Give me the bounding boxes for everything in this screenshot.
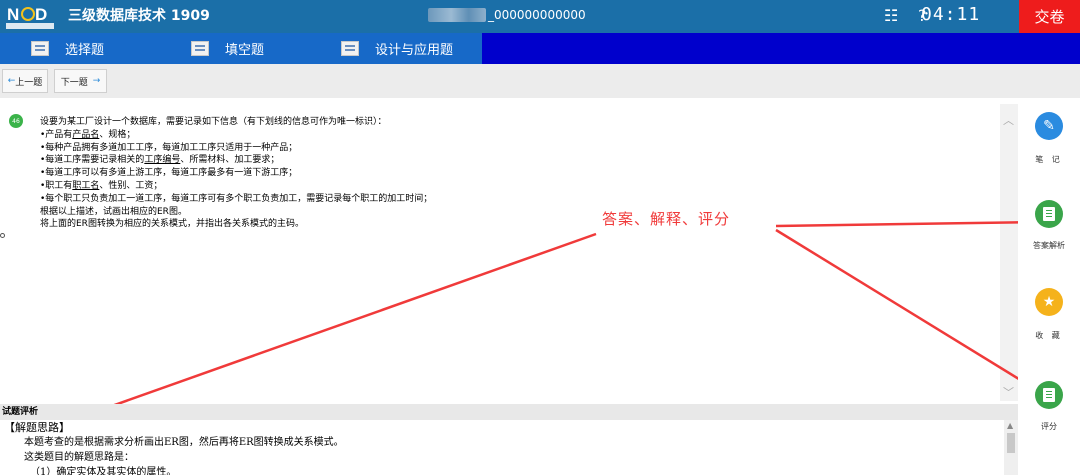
- svg-text:D: D: [35, 5, 47, 24]
- list-icon[interactable]: ☷: [884, 6, 898, 25]
- scroll-thumb[interactable]: [1007, 433, 1015, 453]
- tab-label: 填空题: [225, 43, 265, 58]
- chevron-down-icon[interactable]: ﹀: [1003, 384, 1014, 400]
- submit-exam-button[interactable]: 交卷: [1019, 0, 1080, 33]
- choice-icon: [31, 41, 49, 56]
- section-tab-bar: 选择题 填空题 设计与应用题: [0, 33, 1080, 64]
- score-doc-icon: [1035, 381, 1063, 409]
- fill-blank-icon: [191, 41, 209, 56]
- neea-logo-icon: N D: [4, 2, 58, 31]
- navigation-toolbar: ← 上一题 下一题 →: [0, 64, 1080, 98]
- tab-label: 选择题: [65, 43, 105, 58]
- question-line: •产品有产品名、规格；: [40, 129, 136, 140]
- star-icon: ★: [1035, 288, 1063, 316]
- svg-text:N: N: [7, 5, 19, 24]
- pencil-icon: ✎: [1035, 112, 1063, 140]
- tab-label: 设计与应用题: [375, 43, 454, 58]
- answer-analysis-button[interactable]: 答案解析: [1018, 200, 1080, 251]
- redacted-name: [428, 8, 486, 22]
- design-icon: [341, 41, 359, 56]
- arrow-right-icon: →: [92, 76, 101, 86]
- tab-design[interactable]: 设计与应用题: [341, 33, 453, 64]
- question-line: 将上面的ER图转换为相应的关系模式，并指出各关系模式的主码。: [40, 219, 304, 230]
- chevron-up-icon[interactable]: ︿: [1003, 112, 1014, 128]
- score-button[interactable]: 评分: [1018, 381, 1080, 432]
- countdown-timer: 04:11: [921, 4, 981, 25]
- candidate-id: _000000000000: [488, 8, 586, 22]
- question-line: •职工有职工名、性别、工资；: [40, 180, 163, 191]
- question-line: 设要为某工厂设计一个数据库，需要记录如下信息（有下划线的信息可作为唯一标识）：: [40, 117, 387, 127]
- title-bar: N D 三级数据库技术 1909 _000000000000 ☷ ? 04:11…: [0, 0, 1080, 33]
- arrow-left-icon: ←: [7, 76, 16, 86]
- question-badge-icon: 46: [9, 114, 23, 128]
- right-sidebar: ✎ 笔 记 答案解析 ★ 收 藏 评分: [1018, 98, 1080, 475]
- analysis-line: （1）确定实体及其实体的属性。: [30, 467, 177, 475]
- tab-fill-blank[interactable]: 填空题: [191, 33, 264, 64]
- question-line: 根据以上描述，试画出相应的ER图。: [40, 206, 187, 217]
- question-line: •每种产品拥有多道加工工序，每道加工工序只适用于一种产品；: [40, 142, 298, 153]
- prev-question-button[interactable]: ← 上一题: [2, 69, 48, 93]
- favorite-button[interactable]: ★ 收 藏: [1018, 288, 1080, 341]
- tab-choice[interactable]: 选择题: [31, 33, 104, 64]
- question-scrollbar[interactable]: ︿ ﹀: [1000, 104, 1018, 401]
- question-line: •每道工序需要记录相关的工序编号、所需材料、加工要求；: [40, 155, 280, 166]
- question-line: •每道工序可以有多道上游工序，每道工序最多有一道下游工序；: [40, 168, 298, 179]
- analysis-body: 【解题思路】 本题考查的是根据需求分析画出ER图，然后再将ER图转换成关系模式。…: [0, 420, 1018, 475]
- analysis-line: 【解题思路】: [4, 421, 70, 434]
- question-line: •每个职工只负责加工一道工序，每道工序可有多个职工负责加工，需要记录每个职工的加…: [40, 193, 433, 204]
- chevron-up-icon[interactable]: ▲: [1007, 421, 1013, 430]
- app-title: 三级数据库技术 1909: [68, 8, 210, 24]
- analysis-scrollbar[interactable]: ▲: [1004, 420, 1018, 475]
- annotation-text: 答案、解释、评分: [602, 210, 731, 228]
- candidate-info: _000000000000: [428, 8, 586, 22]
- next-question-button[interactable]: 下一题 →: [54, 69, 107, 93]
- analysis-line: 这类题目的解题思路是：: [24, 452, 134, 463]
- cursor-marker: [0, 233, 5, 238]
- question-text: 设要为某工厂设计一个数据库，需要记录如下信息（有下划线的信息可作为唯一标识）： …: [40, 116, 432, 231]
- analysis-header: 试题评析: [0, 404, 1018, 420]
- analysis-line: 本题考查的是根据需求分析画出ER图，然后再将ER图转换成关系模式。: [24, 437, 344, 448]
- notes-button[interactable]: ✎ 笔 记: [1018, 112, 1080, 165]
- answer-doc-icon: [1035, 200, 1063, 228]
